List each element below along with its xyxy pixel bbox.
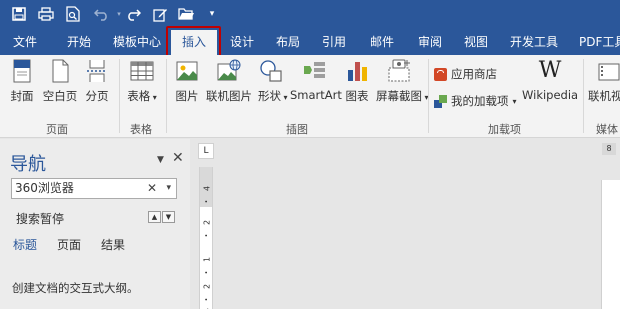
table-icon: [130, 58, 154, 84]
smartart-button[interactable]: SmartArt: [290, 58, 342, 102]
tab-insert[interactable]: 插入: [171, 30, 218, 55]
ruler-tick-mark: •: [203, 297, 211, 302]
document-page[interactable]: [601, 180, 620, 309]
ruler-tick-mark: •: [203, 233, 211, 238]
navigation-pane: 导航 ▼ ✕ 360浏览器 ✕ ▾ 搜索暂停 ▲ ▼ 标题 页面 结果 创建文档…: [0, 139, 190, 309]
table-button[interactable]: 表格 ▾: [127, 58, 157, 104]
search-dropdown-icon[interactable]: ▾: [166, 179, 171, 198]
smartart-icon: [302, 58, 326, 84]
separator: [583, 59, 584, 133]
quick-access-toolbar: ▾ ▾: [0, 0, 620, 28]
online-video-button[interactable]: 联机视: [588, 58, 620, 104]
ruler-tick: 2: [202, 219, 212, 226]
ruler-tick-mark: •: [203, 270, 211, 275]
open-folder-icon[interactable]: [177, 5, 195, 23]
document-area: L 4 • 2 • 1 • 2 • 4 8: [190, 139, 620, 309]
edit-icon[interactable]: [151, 5, 169, 23]
search-paused-label: 搜索暂停: [16, 212, 65, 226]
screenshot-button[interactable]: 屏幕截图 ▾: [376, 58, 429, 104]
next-result-button[interactable]: ▼: [162, 211, 175, 223]
tab-review[interactable]: 审阅: [418, 33, 442, 51]
online-picture-button[interactable]: 联机图片: [206, 58, 252, 104]
print-preview-icon[interactable]: [64, 5, 82, 23]
nav-title: 导航: [10, 154, 46, 175]
blank-page-button[interactable]: 空白页: [42, 58, 78, 104]
chevron-down-icon: ▾: [512, 96, 517, 106]
cover-button[interactable]: 封面: [8, 58, 36, 104]
online-picture-icon: [217, 58, 241, 84]
tab-selector[interactable]: L: [198, 143, 214, 159]
redo-icon[interactable]: [124, 5, 142, 23]
app-store-button[interactable]: 应用商店: [434, 66, 497, 82]
group-label-table: 表格: [130, 123, 152, 136]
wikipedia-icon: W: [538, 58, 562, 83]
my-addins-button[interactable]: 我的加载项 ▾: [434, 93, 517, 109]
group-label-pages: 页面: [46, 123, 68, 136]
chart-icon: [345, 58, 369, 84]
tab-mailings[interactable]: 邮件: [370, 33, 394, 51]
nav-description: 创建文档的交互式大纲。: [12, 281, 139, 295]
tab-view[interactable]: 视图: [464, 33, 488, 51]
shapes-button[interactable]: 形状 ▾: [258, 58, 288, 104]
print-icon[interactable]: [37, 5, 55, 23]
nav-options-icon[interactable]: ▼: [157, 155, 164, 165]
tab-template-center[interactable]: 模板中心: [113, 33, 161, 51]
ruler-tick: 2: [202, 283, 212, 290]
group-label-media: 媒体: [596, 123, 618, 136]
nav-search-input[interactable]: 360浏览器 ✕ ▾: [11, 178, 177, 199]
ruler-tick: 4: [202, 185, 212, 192]
store-icon: [434, 67, 447, 81]
nav-tab-headings[interactable]: 标题: [13, 236, 37, 253]
ruler-tick: 1: [202, 256, 212, 263]
ribbon-insert: 封面 空白页 分页 页面 表格 ▾ 表格 图片 联机图片 形状 ▾ SmartA…: [0, 55, 620, 138]
separator: [119, 59, 120, 133]
clear-search-icon[interactable]: ✕: [147, 179, 157, 198]
tab-home[interactable]: 开始: [67, 33, 91, 51]
customize-icon[interactable]: ▾: [203, 5, 221, 23]
vertical-ruler[interactable]: 4 • 2 • 1 • 2 • 4: [199, 167, 213, 309]
tab-pdf-tools[interactable]: PDF工具: [579, 33, 620, 51]
tab-developer[interactable]: 开发工具: [510, 33, 558, 51]
nav-tab-pages[interactable]: 页面: [57, 236, 81, 253]
addins-icon: [434, 94, 447, 108]
shapes-icon: [259, 58, 283, 84]
page-break-button[interactable]: 分页: [84, 58, 110, 104]
undo-icon[interactable]: [93, 5, 111, 23]
picture-button[interactable]: 图片: [173, 58, 201, 104]
tab-design[interactable]: 设计: [230, 33, 254, 51]
close-icon[interactable]: ✕: [172, 150, 184, 166]
ruler-tick-mark: •: [203, 199, 211, 204]
tab-layout[interactable]: 布局: [276, 33, 300, 51]
tab-references[interactable]: 引用: [322, 33, 346, 51]
ribbon-tabs: 文件 开始 模板中心 插入 设计 布局 引用 邮件 审阅 视图 开发工具 PDF…: [0, 28, 620, 55]
tab-file[interactable]: 文件: [13, 33, 37, 51]
page-break-icon: [85, 58, 109, 84]
group-label-illustrations: 插图: [286, 123, 308, 136]
cover-page-icon: [10, 58, 34, 84]
wikipedia-button[interactable]: W Wikipedia: [522, 58, 578, 102]
previous-result-button[interactable]: ▲: [148, 211, 161, 223]
blank-page-icon: [48, 58, 72, 84]
page-number-badge: 8: [602, 143, 616, 155]
nav-tab-results[interactable]: 结果: [101, 236, 125, 253]
online-video-icon: [598, 58, 620, 84]
picture-icon: [175, 58, 199, 84]
screenshot-icon: [387, 58, 411, 84]
save-icon[interactable]: [10, 5, 28, 23]
chart-button[interactable]: 图表: [344, 58, 370, 104]
separator: [428, 59, 429, 133]
group-label-addins: 加载项: [488, 123, 521, 136]
separator: [166, 59, 167, 133]
